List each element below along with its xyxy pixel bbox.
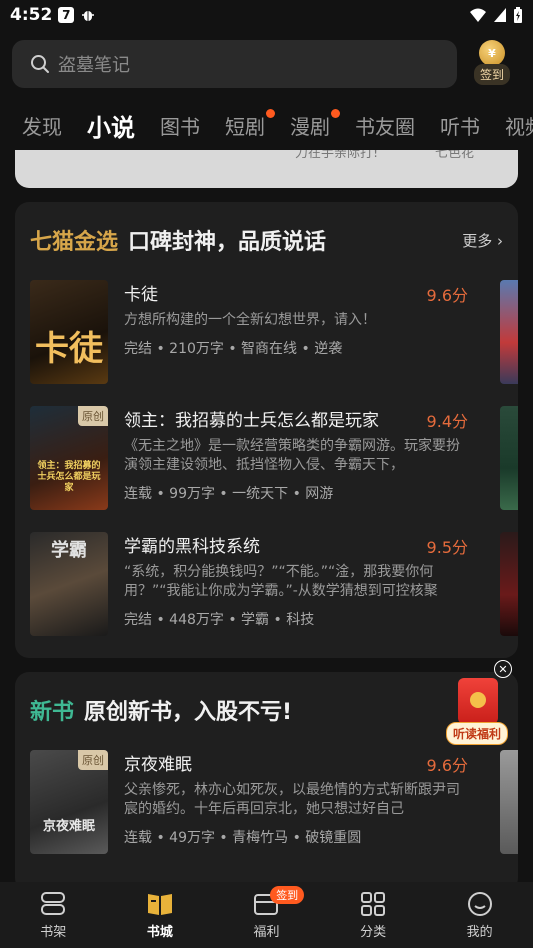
book-score: 9.4分 [426,412,468,431]
nav-label: 分类 [360,924,387,940]
book-cover: 原创 领主：我招募的士兵怎么都是玩家 [30,406,108,510]
grid-icon [361,891,386,916]
original-badge: 原创 [78,406,108,426]
tab-item[interactable]: 发现 [22,111,62,140]
book-description: “系统，积分能换钱吗？”“不能。”“淦，那我要你何用？”“我能让你成为学霸。”-… [124,564,438,599]
book-cover: 原创 京夜难眠 [30,750,108,854]
signin-badge: 签到 [270,886,305,904]
tab-item[interactable]: 短剧 [225,108,275,140]
book-info: 卡徒 9.6分 方想所构建的一个全新幻想世界，请入！ 完结 • 210万字 • … [124,280,468,358]
status-time: 4:52 [10,5,53,25]
profile-icon [467,891,492,916]
book-score: 9.5分 [426,538,468,557]
nav-label: 书城 [146,924,173,940]
section-header: 七猫金选 口碑封神，品质说话 更多 › [30,224,503,256]
nav-bookstore[interactable]: 书城 [107,882,214,948]
cover-title: 领主：我招募的士兵怎么都是玩家 [37,461,101,493]
new-dot-indicator [331,108,340,118]
tab-item[interactable]: 听书 [440,111,480,140]
daily-signin-button[interactable]: ¥ 签到 [470,40,514,88]
search-input[interactable]: 盗墓笔记 [12,40,457,88]
original-badge: 原创 [78,750,108,770]
section-title: 原创新书，入股不亏! [84,700,293,725]
tab-item[interactable]: 书友圈 [355,111,415,140]
next-book-cover-peek[interactable] [500,532,518,636]
book-meta: 连载 • 49万字 • 青梅竹马 • 破镜重圆 [124,830,362,846]
next-book-cover-peek[interactable] [500,280,518,384]
wifi-icon [470,8,486,22]
red-envelope-icon [458,678,498,724]
new-books-section: 新书 原创新书，入股不亏! 原创 京夜难眠 京夜难眠 9.6分 父亲惨死，林亦心… [15,672,518,892]
book-title: 京夜难眠 [124,755,192,775]
section-tag: 新书 [30,700,75,725]
tab-item[interactable]: 小说 [85,108,135,143]
reward-label: 听读福利 [446,722,509,745]
category-tabs: 发现小说图书短剧漫剧书友圈听书视频 [0,100,533,150]
qimao-picks-section: 七猫金选 口碑封神，品质说话 更多 › 卡徒 卡徒 9.6分 方想所构建的一个全… [15,202,518,658]
book-meta: 完结 • 448万字 • 学霸 • 科技 [124,612,315,628]
bug-icon [82,11,95,21]
bookshelf-icon [41,891,66,915]
nav-categories[interactable]: 分类 [320,882,427,948]
previous-card[interactable]: 力在手亲际打! 七色花 [15,150,518,188]
book-title: 领主：我招募的士兵怎么都是玩家 [124,411,379,431]
signin-label: 签到 [473,64,510,85]
nav-bookshelf[interactable]: 书架 [0,882,107,948]
app-screen: 4:52 7 盗墓笔记 ¥ 签到 发现小说图书短剧漫剧书友圈听书视频 力在手亲际… [0,0,533,948]
cover-title: 学霸 [51,540,87,561]
cover-title: 京夜难眠 [42,819,95,834]
book-cover: 卡徒 [30,280,108,384]
book-open-icon [147,893,172,915]
app-notification-icon: 7 [58,7,75,23]
book-item[interactable]: 学霸 学霸的黑科技系统 9.5分 “系统，积分能换钱吗？”“不能。”“淦，那我要… [30,532,468,636]
book-info: 领主：我招募的士兵怎么都是玩家 9.4分 《无主之地》是一款经营策略类的争霸网游… [124,406,468,503]
book-meta: 完结 • 210万字 • 智商在线 • 逆袭 [124,341,343,357]
signal-icon [494,8,506,22]
book-score: 9.6分 [426,286,468,305]
section-header: 新书 原创新书，入股不亏! [30,694,503,726]
more-link[interactable]: 更多 › [462,230,503,251]
section-title: 口碑封神，品质说话 [128,230,327,255]
next-book-cover-peek[interactable] [500,406,518,510]
close-icon[interactable]: ✕ [494,660,512,678]
nav-profile[interactable]: 我的 [426,882,533,948]
prev-card-text: 七色花 [435,150,475,161]
book-item[interactable]: 卡徒 卡徒 9.6分 方想所构建的一个全新幻想世界，请入！ 完结 • 210万字… [30,280,468,384]
nav-label: 我的 [466,924,493,940]
book-title: 卡徒 [124,285,158,305]
book-description: 《无主之地》是一款经营策略类的争霸网游。玩家要扮演领主建设领地、抵挡怪物入侵、争… [124,438,460,473]
book-item[interactable]: 原创 京夜难眠 京夜难眠 9.6分 父亲惨死，林亦心如死灰，以最绝情的方式斩断跟… [30,750,468,854]
battery-icon [514,6,522,23]
nav-label: 书架 [40,924,67,940]
new-dot-indicator [266,108,275,118]
coin-icon: ¥ [479,40,505,66]
book-info: 学霸的黑科技系统 9.5分 “系统，积分能换钱吗？”“不能。”“淦，那我要你何用… [124,532,468,629]
tab-item[interactable]: 漫剧 [290,108,340,140]
book-title: 学霸的黑科技系统 [124,537,260,557]
status-bar: 4:52 7 [0,0,533,30]
book-meta: 连载 • 99万字 • 一统天下 • 网游 [124,486,334,502]
nav-welfare[interactable]: 福利 签到 [213,882,320,948]
prev-card-text: 力在手亲际打! [295,150,379,161]
bottom-navigation: 书架 书城 福利 签到 分类 我的 [0,882,533,948]
book-cover: 学霸 [30,532,108,636]
book-score: 9.6分 [426,756,468,775]
book-description: 父亲惨死，林亦心如死灰，以最绝情的方式斩断跟尹司宸的婚约。十年后再回京北，她只想… [124,782,460,817]
nav-label: 福利 [253,924,280,940]
tab-item[interactable]: 图书 [160,111,200,140]
book-info: 京夜难眠 9.6分 父亲惨死，林亦心如死灰，以最绝情的方式斩断跟尹司宸的婚约。十… [124,750,468,847]
next-book-cover-peek[interactable] [500,750,518,854]
section-tag: 七猫金选 [30,230,119,255]
tab-item[interactable]: 视频 [505,111,533,140]
cover-title: 卡徒 [35,329,103,369]
search-placeholder: 盗墓笔记 [58,55,130,76]
book-description: 方想所构建的一个全新幻想世界，请入！ [124,312,376,328]
search-icon [31,55,49,73]
book-item[interactable]: 原创 领主：我招募的士兵怎么都是玩家 领主：我招募的士兵怎么都是玩家 9.4分 … [30,406,468,510]
listen-reward-widget[interactable]: 听读福利 ✕ [446,660,512,746]
